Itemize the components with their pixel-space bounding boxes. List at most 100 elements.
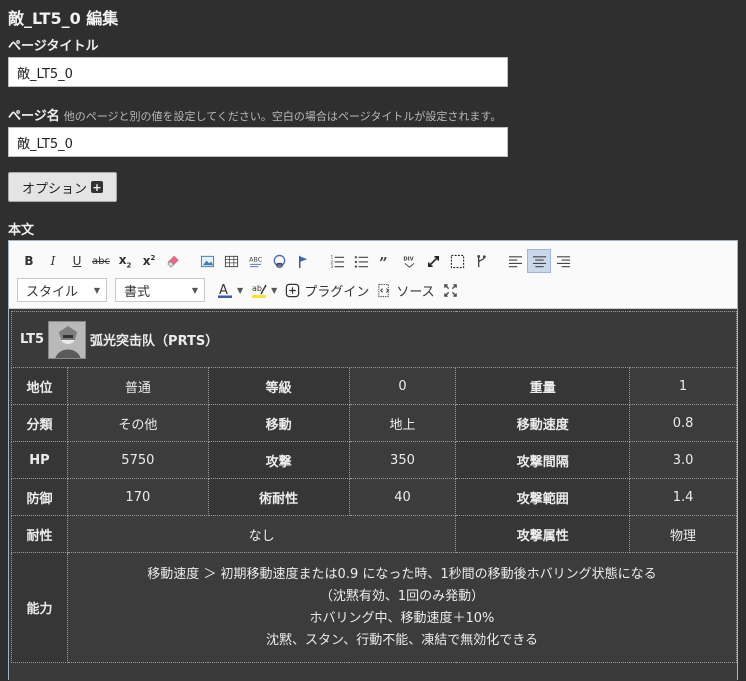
page-name-input[interactable] (8, 127, 508, 157)
italic-button[interactable]: I (41, 249, 65, 273)
svg-text:”: ” (378, 254, 387, 269)
ability-label: 能力 (11, 552, 68, 663)
underline-button[interactable]: U (65, 249, 89, 273)
stat-label: 移動 (207, 404, 350, 442)
enemy-portrait (48, 320, 87, 359)
stat-value: 350 (348, 441, 457, 479)
highlight-color-icon: ab (252, 284, 267, 298)
stat-value: 5750 (66, 441, 209, 479)
chevron-down-icon: ▼ (271, 285, 278, 295)
superscript-button[interactable]: x2 (137, 249, 161, 273)
spellcheck-button[interactable]: ABC (243, 249, 267, 273)
bullet-list-icon (354, 255, 368, 268)
plus-icon: + (91, 180, 103, 194)
editor-content[interactable]: LT5 弧光突击队（PRTS） 地位 普通 等級 0 重量 1 分類 その他 移… (9, 309, 738, 681)
quote-icon: ” (378, 254, 387, 269)
maximize-button[interactable] (439, 278, 463, 302)
stat-value: 普通 (66, 367, 209, 405)
enemy-stats-table: LT5 弧光突击队（PRTS） 地位 普通 等級 0 重量 1 分類 その他 移… (11, 311, 738, 663)
align-right-button[interactable] (551, 249, 575, 273)
remove-format-button[interactable] (161, 249, 185, 273)
stat-value: 地上 (348, 404, 457, 442)
branch-button[interactable] (469, 249, 493, 273)
blockquote-button[interactable]: ” (373, 249, 397, 273)
attack-attr-label: 攻撃属性 (455, 515, 631, 553)
format-combo[interactable]: 書式 ▼ (115, 278, 205, 302)
image-icon (200, 255, 214, 267)
chevron-down-icon: ▼ (191, 285, 198, 295)
anchor-button[interactable] (291, 249, 315, 273)
option-button[interactable]: オプション + (8, 172, 117, 202)
svg-text:ab: ab (252, 284, 262, 293)
stat-label: HP (11, 441, 68, 479)
page-title-label: ページタイトル (8, 39, 99, 54)
div-icon: DIV (403, 256, 414, 268)
source-button[interactable]: ソース (373, 278, 438, 302)
align-center-button[interactable] (527, 249, 551, 273)
ability-value: 移動速度 ＞ 初期移動速度または0.9 になった時、1秒間の移動後ホバリング状態… (66, 552, 738, 663)
plus-square-icon (286, 283, 300, 297)
strikethrough-button[interactable]: abc (89, 249, 113, 273)
table-row: 分類 その他 移動 地上 移動速度 0.8 (11, 404, 737, 442)
numbered-list-button[interactable]: 123 (325, 249, 349, 273)
page-title-input[interactable] (8, 57, 508, 87)
style-combo[interactable]: スタイル ▼ (17, 278, 107, 302)
page-name-hint: 他のページと別の値を設定してください。空白の場合はページタイトルが設定されます。 (63, 110, 502, 123)
link-button[interactable] (267, 249, 291, 273)
bullet-list-button[interactable] (349, 249, 373, 273)
image-button[interactable] (195, 249, 219, 273)
toolbar-row-2: スタイル ▼ 書式 ▼ A ▼ ab ▼ プラグイン ソース (17, 278, 463, 302)
svg-text:3: 3 (330, 264, 333, 269)
ability-line: 移動速度 ＞ 初期移動速度または0.9 になった時、1秒間の移動後ホバリング状態… (147, 566, 657, 582)
svg-text:ABC: ABC (248, 255, 262, 263)
source-icon (378, 283, 390, 297)
align-left-button[interactable] (503, 249, 527, 273)
style-combo-label: スタイル (26, 284, 79, 300)
table-row: HP 5750 攻撃 350 攻撃間隔 3.0 (11, 441, 737, 479)
table-row: 能力 移動速度 ＞ 初期移動速度または0.9 になった時、1秒間の移動後ホバリン… (11, 552, 738, 663)
body-label: 本文 (8, 223, 35, 238)
ability-line: 沈黙、スタン、行動不能、凍結で無効化できる (265, 632, 538, 648)
branch-icon (476, 254, 486, 267)
enemy-title-row: LT5 弧光突击队（PRTS） (11, 311, 737, 368)
dashed-box-icon (450, 254, 464, 268)
link-icon (273, 254, 285, 268)
resize-button[interactable] (421, 249, 445, 273)
enemy-stat-rows: 地位 普通 等級 0 重量 1 分類 その他 移動 地上 移動速度 0.8 HP 5750 攻撃 350 攻撃間… (11, 367, 737, 516)
text-color-button[interactable]: A ▼ (213, 278, 247, 302)
align-right-icon (556, 255, 570, 267)
subscript-icon: x2 (118, 252, 132, 270)
resize-diagonal-icon (427, 255, 439, 267)
stat-value: 0.8 (629, 404, 737, 442)
source-button-label: ソース (396, 284, 435, 300)
table-row: 防御 170 術耐性 40 攻撃範囲 1.4 (11, 478, 737, 516)
table-row: 地位 普通 等級 0 重量 1 (11, 367, 737, 405)
plugin-button[interactable]: プラグイン (281, 278, 373, 302)
ability-line: （沈黙有効、1回のみ発動） (319, 588, 485, 604)
toolbar-row-1: B I U abc x2 x2 ABC 1 2 3 ” DIV (17, 249, 575, 273)
stat-label: 重量 (455, 367, 631, 405)
editor-toolbar: B I U abc x2 x2 ABC 1 2 3 ” DIV スタイル ▼ 書… (9, 241, 737, 309)
stat-label: 攻撃間隔 (455, 441, 631, 479)
chevron-down-icon: ▼ (237, 285, 244, 295)
align-center-icon (532, 255, 546, 267)
stat-value: 40 (348, 478, 457, 516)
show-blocks-button[interactable] (445, 249, 469, 273)
stat-label: 等級 (207, 367, 350, 405)
stat-value: 0 (348, 367, 457, 405)
bold-button[interactable]: B (17, 249, 41, 273)
stat-label: 移動速度 (455, 404, 631, 442)
page-name-label: ページ名 他のページと別の値を設定してください。空白の場合はページタイトルが設定さ… (8, 105, 501, 124)
enemy-name: 弧光突击队（PRTS） (90, 334, 219, 349)
subscript-button[interactable]: x2 (113, 249, 137, 273)
background-color-button[interactable]: ab ▼ (247, 278, 281, 302)
eraser-icon (166, 255, 178, 268)
stat-label: 術耐性 (207, 478, 350, 516)
stat-value: 1.4 (629, 478, 737, 516)
format-combo-label: 書式 (124, 284, 151, 300)
table-row: 耐性 なし 攻撃属性 物理 (11, 515, 737, 553)
div-button[interactable]: DIV (397, 249, 421, 273)
stat-value: 1 (629, 367, 737, 405)
table-button[interactable] (219, 249, 243, 273)
attack-attr-value: 物理 (629, 515, 737, 553)
